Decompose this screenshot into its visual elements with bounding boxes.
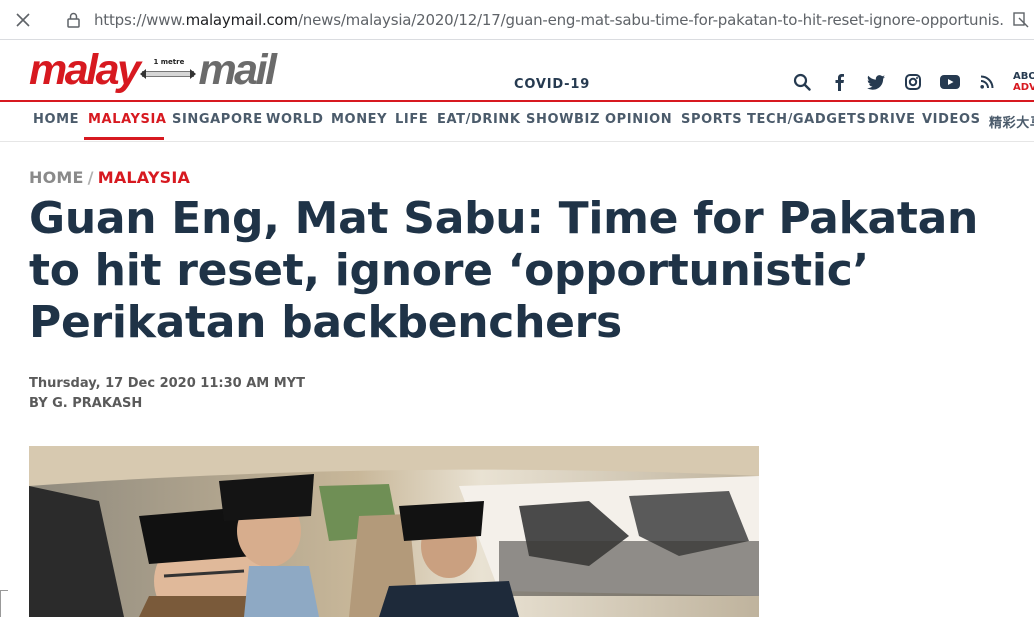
browser-address-bar: https://www.malaymail.com/news/malaysia/…	[0, 0, 1034, 40]
nav-singapore[interactable]: SINGAPORE	[172, 112, 263, 127]
breadcrumb: HOME / MALAYSIA	[29, 168, 190, 187]
nav-life[interactable]: LIFE	[395, 112, 428, 127]
logo-ruler-icon: 1 metre	[140, 48, 197, 92]
nav-malaysia[interactable]: MALAYSIA	[88, 112, 167, 127]
article-headline: Guan Eng, Mat Sabu: Time for Pakatan to …	[29, 193, 979, 348]
logo-mail-text: mail	[198, 46, 277, 94]
nav-eat-drink[interactable]: EAT/DRINK	[437, 112, 521, 127]
nav-home[interactable]: HOME	[33, 112, 79, 127]
nav-active-indicator	[84, 137, 164, 140]
breadcrumb-separator: /	[87, 168, 94, 187]
url-prefix: https://www.	[94, 10, 186, 29]
url-field[interactable]: https://www.malaymail.com/news/malaysia/…	[94, 11, 1004, 29]
site-header: malay 1 metre mail COVID-19 ABO ADV	[0, 40, 1034, 101]
article-byline: BY G. PRAKASH	[29, 396, 143, 411]
instagram-icon[interactable]	[901, 70, 925, 94]
nav-drive[interactable]: DRIVE	[868, 112, 916, 127]
breadcrumb-section[interactable]: MALAYSIA	[98, 168, 190, 187]
nav-world[interactable]: WORLD	[266, 112, 323, 127]
rss-icon[interactable]	[975, 70, 999, 94]
article-photo[interactable]	[29, 446, 759, 617]
article-date: Thursday, 17 Dec 2020 11:30 AM MYT	[29, 376, 305, 391]
advertise-link[interactable]: ADV	[1013, 82, 1034, 93]
page-edge-marker	[0, 590, 8, 617]
extension-icon[interactable]	[1012, 11, 1030, 29]
logo-ruler-label: 1 metre	[153, 58, 185, 66]
youtube-icon[interactable]	[938, 70, 962, 94]
main-nav: HOME MALAYSIA SINGAPORE WORLD MONEY LIFE…	[0, 102, 1034, 142]
covid-link[interactable]: COVID-19	[514, 77, 590, 92]
nav-videos[interactable]: VIDEOS	[922, 112, 981, 127]
logo-malay-text: malay	[29, 46, 141, 94]
url-path: /news/malaysia/2020/12/17/guan-eng-mat-s…	[297, 10, 1004, 29]
search-icon[interactable]	[790, 70, 814, 94]
nav-money[interactable]: MONEY	[331, 112, 387, 127]
about-link[interactable]: ABO	[1013, 71, 1034, 82]
close-icon[interactable]	[0, 0, 46, 40]
site-logo[interactable]: malay 1 metre mail	[29, 46, 277, 94]
url-host: malaymail.com	[185, 10, 299, 29]
nav-sports[interactable]: SPORTS	[681, 112, 742, 127]
social-icons	[790, 70, 1012, 94]
nav-chinese[interactable]: 精彩大马	[989, 112, 1034, 131]
twitter-icon[interactable]	[864, 70, 888, 94]
nav-showbiz[interactable]: SHOWBIZ	[526, 112, 600, 127]
breadcrumb-home[interactable]: HOME	[29, 168, 84, 187]
nav-tech-gadgets[interactable]: TECH/GADGETS	[747, 112, 866, 127]
nav-opinion[interactable]: OPINION	[605, 112, 672, 127]
lock-icon[interactable]	[64, 0, 82, 40]
facebook-icon[interactable]	[827, 70, 851, 94]
about-advertise-links[interactable]: ABO ADV	[1013, 71, 1034, 93]
